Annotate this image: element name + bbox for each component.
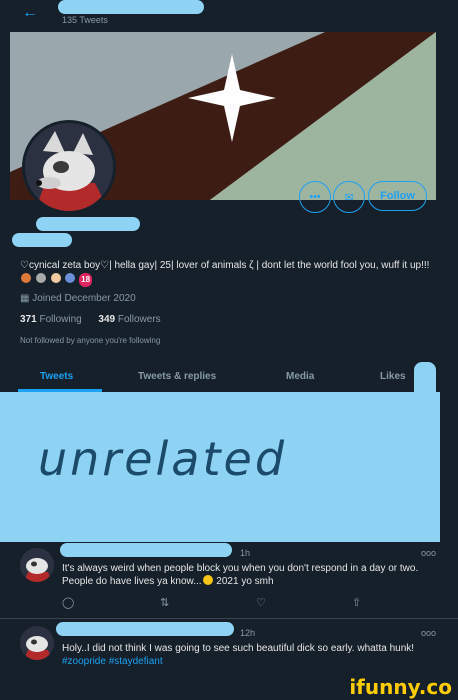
- emoji-icon: [50, 273, 61, 283]
- tab-tweets-replies[interactable]: Tweets & replies: [138, 371, 216, 382]
- joined-text: Joined December 2020: [32, 293, 136, 304]
- heart-icon: ♡: [20, 260, 29, 271]
- redacted-name: [36, 217, 140, 231]
- tweet-body: Holy..I did not think I was going to see…: [62, 643, 415, 654]
- tweet-body-suffix: 2021 yo smh: [213, 576, 274, 587]
- follow-counts: 371 Following 349 Followers: [20, 314, 161, 325]
- more-icon: •••: [309, 191, 321, 203]
- emoji-icon: [21, 273, 31, 283]
- ifunny-watermark: ifunny.co: [349, 675, 452, 699]
- age-badge: 18: [79, 273, 93, 287]
- emoji-icon: [35, 273, 46, 283]
- tweet-text: It's always weird when people block you …: [62, 562, 434, 588]
- redacted-handle: [12, 233, 72, 247]
- retweet-icon[interactable]: ⇅: [160, 596, 169, 609]
- followers-count: 349: [98, 314, 116, 325]
- more-options-button[interactable]: •••: [299, 181, 331, 213]
- share-icon[interactable]: ⇧: [352, 596, 361, 609]
- message-button[interactable]: ✉: [333, 181, 365, 213]
- reply-icon[interactable]: ◯: [62, 596, 74, 609]
- following-label: Following: [39, 314, 82, 325]
- emoji-icon: [65, 273, 76, 283]
- followers-label: Followers: [117, 314, 161, 325]
- tweet-hashtags[interactable]: #zoopride #staydefiant: [62, 656, 163, 667]
- redacted-name: [56, 622, 234, 636]
- tweet-item[interactable]: 12h ooo Holy..I did not think I was goin…: [0, 620, 458, 680]
- tweet-time: 1h: [240, 548, 251, 558]
- divider: [0, 618, 458, 619]
- tweet-more-icon[interactable]: ooo: [421, 548, 436, 558]
- follow-button[interactable]: Follow: [368, 181, 427, 211]
- redacted-name: [60, 543, 232, 557]
- profile-avatar[interactable]: [22, 120, 116, 214]
- tweet-actions: ◯ ⇅ ♡ ⇧: [62, 596, 362, 610]
- tab-media[interactable]: Media: [286, 371, 314, 382]
- profile-tabs: Tweets Tweets & replies Media Likes: [0, 365, 458, 395]
- bio-text: cynical zeta boy♡| hella gay| 25| lover …: [28, 260, 430, 271]
- tweet-text: Holy..I did not think I was going to see…: [62, 642, 434, 668]
- calendar-icon: ▦: [20, 293, 30, 304]
- tweet-more-icon[interactable]: ooo: [421, 628, 436, 638]
- like-icon[interactable]: ♡: [256, 596, 266, 609]
- profile-bio: ♡cynical zeta boy♡| hella gay| 25| lover…: [20, 259, 430, 287]
- followers-link[interactable]: 349 Followers: [98, 314, 160, 325]
- tweet-avatar[interactable]: [20, 626, 54, 660]
- joined-date: ▦ Joined December 2020: [20, 293, 136, 304]
- tweet-time: 12h: [240, 628, 256, 638]
- tab-likes[interactable]: Likes: [380, 371, 406, 382]
- overlay-handwriting: unrelated: [38, 432, 288, 486]
- redacted-display-name: [58, 0, 204, 14]
- tweet-item[interactable]: 1h ooo It's always weird when people blo…: [0, 540, 458, 618]
- tweet-avatar[interactable]: [20, 548, 54, 582]
- scribble-stroke: [414, 362, 436, 422]
- following-count: 371: [20, 314, 37, 325]
- tweets-count: 135 Tweets: [62, 15, 108, 25]
- envelope-icon: ✉: [344, 191, 354, 204]
- not-followed-note: Not followed by anyone you're following: [20, 336, 161, 345]
- emoji-icon: [202, 575, 213, 585]
- tab-tweets[interactable]: Tweets: [40, 371, 73, 382]
- following-link[interactable]: 371 Following: [20, 314, 82, 325]
- back-arrow-icon[interactable]: ←: [22, 4, 38, 22]
